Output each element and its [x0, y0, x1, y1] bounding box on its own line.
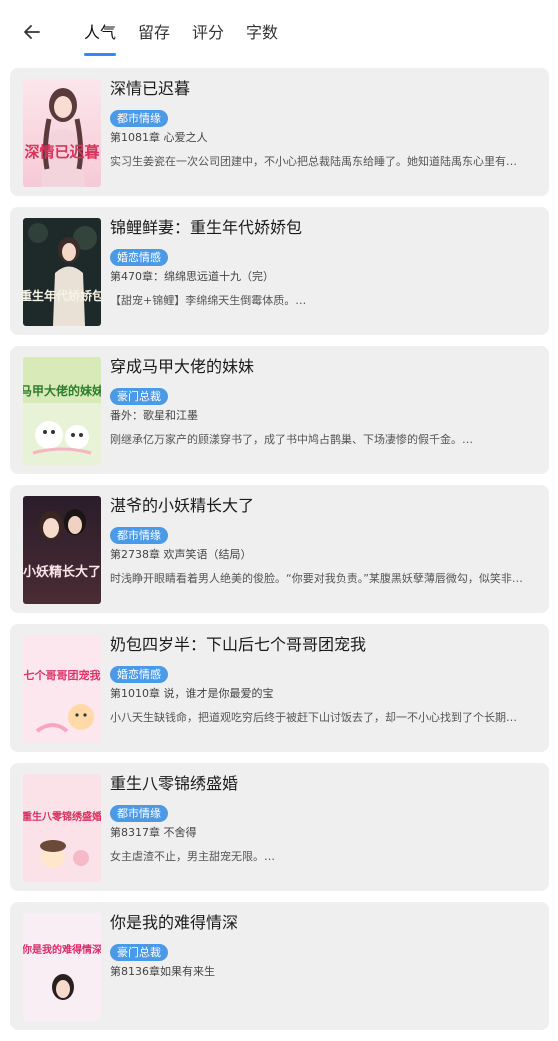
book-cover[interactable]: 重生年代娇娇包 [23, 218, 101, 326]
genre-badge: 都市情缘 [110, 527, 168, 544]
book-card[interactable]: 马甲大佬的妹妹 穿成马甲大佬的妹妹 豪门总裁 番外：歌星和江墨 刚继承亿万家产的… [10, 346, 549, 474]
cover-image: 小妖精长大了 [23, 496, 101, 604]
book-description: 【甜宠+锦鲤】李绵绵天生倒霉体质。… [110, 294, 307, 307]
tab-label: 评分 [192, 23, 225, 42]
genre-badge: 婚恋情感 [110, 249, 168, 266]
sort-tabs: 人气 留存 评分 字数 [84, 22, 300, 56]
book-description: 时浅睁开眼睛看着男人绝美的俊脸。“你要对我负责。”某腹黑妖孽薄唇微勾，似笑非… [110, 572, 523, 585]
latest-chapter: 番外：歌星和江墨 [110, 409, 198, 422]
cover-image: 你是我的难得情深 [23, 913, 101, 1021]
book-title[interactable]: 重生八零锦绣盛婚 [110, 773, 535, 795]
tab-word-count[interactable]: 字数 [246, 22, 278, 48]
book-card[interactable]: 深情已迟暮 深情已迟暮 都市情缘 第1081章 心爱之人 实习生姜瓷在一次公司团… [10, 68, 549, 196]
book-title[interactable]: 穿成马甲大佬的妹妹 [110, 356, 535, 378]
genre-badge: 都市情缘 [110, 110, 168, 127]
genre-badge: 都市情缘 [110, 805, 168, 822]
back-button[interactable] [18, 20, 46, 48]
latest-chapter: 第8317章 不舍得 [110, 826, 197, 839]
cover-title-art: 重生年代娇娇包 [23, 288, 101, 303]
book-card[interactable]: 重生八零锦绣盛婚 重生八零锦绣盛婚 都市情缘 第8317章 不舍得 女主虐渣不止… [10, 763, 549, 891]
cover-title-art: 你是我的难得情深 [23, 943, 101, 956]
cover-title-art: 深情已迟暮 [24, 143, 100, 161]
book-card[interactable]: 你是我的难得情深 你是我的难得情深 豪门总裁 第8136章如果有来生 [10, 902, 549, 1030]
cover-image: 深情已迟暮 [23, 79, 101, 187]
latest-chapter: 第1081章 心爱之人 [110, 131, 208, 144]
active-tab-indicator [84, 53, 117, 56]
tab-rating[interactable]: 评分 [192, 22, 224, 48]
book-card[interactable]: 小妖精长大了 湛爷的小妖精长大了 都市情缘 第2738章 欢声笑语（结局） 时浅… [10, 485, 549, 613]
book-card[interactable]: 七个哥哥团宠我 奶包四岁半：下山后七个哥哥团宠我 婚恋情感 第1010章 说，谁… [10, 624, 549, 752]
cover-image: 马甲大佬的妹妹 [23, 357, 101, 465]
book-description: 女主虐渣不止，男主甜宠无限。… [110, 850, 275, 863]
book-cover[interactable]: 小妖精长大了 [23, 496, 101, 604]
genre-badge: 豪门总裁 [110, 388, 168, 405]
book-title[interactable]: 锦鲤鲜妻：重生年代娇娇包 [110, 217, 535, 239]
tab-label: 人气 [84, 23, 117, 42]
book-title[interactable]: 深情已迟暮 [110, 78, 535, 100]
latest-chapter: 第8136章如果有来生 [110, 965, 215, 978]
book-list: 深情已迟暮 深情已迟暮 都市情缘 第1081章 心爱之人 实习生姜瓷在一次公司团… [10, 68, 549, 1041]
book-cover[interactable]: 你是我的难得情深 [23, 913, 101, 1021]
tab-popularity[interactable]: 人气 [84, 22, 117, 56]
book-title[interactable]: 湛爷的小妖精长大了 [110, 495, 535, 517]
cover-image: 重生年代娇娇包 [23, 218, 101, 326]
cover-image: 重生八零锦绣盛婚 [23, 774, 101, 882]
genre-badge: 豪门总裁 [110, 944, 168, 961]
cover-image: 七个哥哥团宠我 [23, 635, 101, 743]
book-description: 刚继承亿万家产的顾漾穿书了，成了书中鸠占鹊巢、下场凄惨的假千金。… [110, 433, 473, 446]
latest-chapter: 第1010章 说，谁才是你最爱的宝 [110, 687, 274, 700]
book-cover[interactable]: 马甲大佬的妹妹 [23, 357, 101, 465]
cover-title-art: 重生八零锦绣盛婚 [23, 810, 101, 823]
arrow-left-icon [22, 22, 42, 46]
book-description: 小八天生缺钱命，把道观吃穷后终于被赶下山讨饭去了，却一不小心找到了个长期… [110, 711, 517, 724]
book-description: 实习生姜瓷在一次公司团建中，不小心把总裁陆禹东给睡了。她知道陆禹东心里有… [110, 155, 517, 168]
tab-label: 字数 [246, 23, 279, 42]
book-cover[interactable]: 深情已迟暮 [23, 79, 101, 187]
cover-title-art: 小妖精长大了 [23, 564, 101, 580]
book-title[interactable]: 奶包四岁半：下山后七个哥哥团宠我 [110, 634, 535, 656]
book-title[interactable]: 你是我的难得情深 [110, 912, 535, 934]
book-cover[interactable]: 七个哥哥团宠我 [23, 635, 101, 743]
cover-title-art: 马甲大佬的妹妹 [23, 383, 101, 398]
tab-label: 留存 [138, 23, 171, 42]
top-bar: 人气 留存 评分 字数 [0, 0, 558, 62]
book-card[interactable]: 重生年代娇娇包 锦鲤鲜妻：重生年代娇娇包 婚恋情感 第470章：绵绵思远道十九（… [10, 207, 549, 335]
latest-chapter: 第2738章 欢声笑语（结局） [110, 548, 252, 561]
cover-title-art: 七个哥哥团宠我 [24, 668, 101, 682]
genre-badge: 婚恋情感 [110, 666, 168, 683]
latest-chapter: 第470章：绵绵思远道十九（完） [110, 270, 274, 283]
tab-retention[interactable]: 留存 [138, 22, 170, 48]
book-cover[interactable]: 重生八零锦绣盛婚 [23, 774, 101, 882]
